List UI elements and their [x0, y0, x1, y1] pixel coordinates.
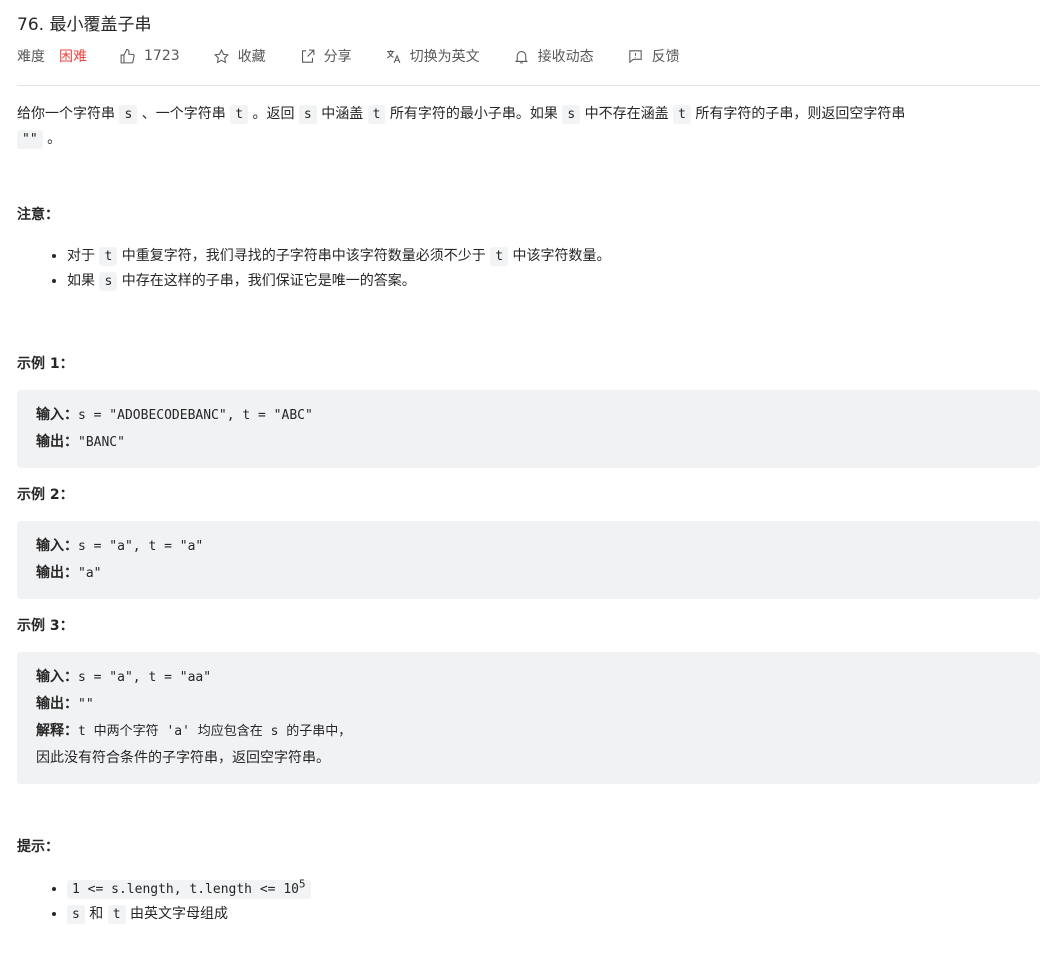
example-2-heading: 示例 2： — [17, 487, 74, 503]
hints-list: 1 <= s.length, t.length <= 105 s 和 t 由英文… — [17, 873, 1040, 927]
code-s: s — [298, 105, 317, 124]
code-s: s — [67, 905, 85, 925]
bell-icon — [514, 50, 528, 63]
output-label: 输出： — [36, 434, 78, 450]
difficulty-label: 难度 — [17, 49, 45, 65]
text: 所有字符的子串，则返回空字符串 — [690, 106, 906, 122]
explanation-label: 解释： — [36, 723, 78, 739]
example-output: "a" — [78, 566, 102, 581]
input-label: 输入： — [36, 407, 78, 423]
share-icon — [301, 49, 315, 63]
example-3-block: 输入：s = "a", t = "aa" 输出："" 解释：t 中两个字符 'a… — [17, 652, 1040, 784]
code-t: t — [230, 105, 249, 124]
list-item: 如果 s 中存在这样的子串，我们保证它是唯一的答案。 — [67, 269, 1040, 294]
example-1-block: 输入：s = "ADOBECODEBANC", t = "ABC" 输出："BA… — [17, 390, 1040, 468]
example-1-heading: 示例 1： — [17, 356, 74, 372]
constraint-code: 1 <= s.length, t.length <= 105 — [67, 878, 311, 900]
like-count: 1723 — [144, 48, 180, 64]
text: 。 — [42, 131, 62, 147]
text: 给你一个字符串 — [17, 106, 120, 122]
note-heading: 注意： — [17, 207, 59, 223]
problem-description: 给你一个字符串 s 、一个字符串 t 。返回 s 中涵盖 t 所有字符的最小子串… — [17, 102, 1040, 927]
text: 中涵盖 — [316, 106, 368, 122]
header-divider — [17, 85, 1040, 86]
example-2-block: 输入：s = "a", t = "a" 输出："a" — [17, 521, 1040, 599]
example-input: s = "ADOBECODEBANC", t = "ABC" — [78, 408, 313, 423]
text: 如果 — [67, 273, 100, 289]
like-button[interactable]: 1723 — [119, 48, 180, 65]
explanation-text: 因此没有符合条件的子字符串，返回空字符串。 — [36, 750, 330, 766]
feedback-icon — [628, 49, 642, 63]
example-input: s = "a", t = "a" — [78, 539, 204, 554]
description-paragraph: 给你一个字符串 s 、一个字符串 t 。返回 s 中涵盖 t 所有字符的最小子串… — [17, 102, 1040, 152]
problem-title: 76. 最小覆盖子串 — [17, 15, 152, 35]
code-t: t — [107, 905, 126, 925]
code-t: t — [490, 247, 509, 266]
text: 。返回 — [248, 106, 299, 122]
constraint-text: 1 <= s.length, t.length <= 10 — [72, 882, 299, 898]
code-t: t — [99, 247, 118, 266]
text: 中存在这样的子串，我们保证它是唯一的答案。 — [117, 273, 416, 289]
subscribe-label: 接收动态 — [537, 49, 594, 65]
code-s: s — [562, 105, 581, 124]
input-label: 输入： — [36, 538, 78, 554]
code-t: t — [367, 105, 386, 124]
difficulty-badge: 困难 — [59, 49, 87, 65]
example-3-heading: 示例 3： — [17, 618, 74, 634]
text: 所有字符的最小子串。如果 — [385, 106, 563, 122]
feedback-label: 反馈 — [651, 49, 680, 65]
constraint-exponent: 5 — [298, 878, 306, 891]
list-item: s 和 t 由英文字母组成 — [67, 902, 1040, 927]
list-item: 对于 t 中重复字符，我们寻找的子字符串中该字符数量必须不少于 t 中该字符数量… — [67, 244, 1040, 269]
text: 中该字符数量。 — [508, 248, 611, 264]
subscribe-button[interactable]: 接收动态 — [513, 46, 594, 66]
hints-heading: 提示： — [17, 839, 59, 855]
code-s: s — [99, 272, 118, 291]
share-button[interactable]: 分享 — [299, 46, 352, 66]
switch-language-label: 切换为英文 — [409, 49, 480, 65]
output-label: 输出： — [36, 696, 78, 712]
problem-meta-bar: 难度 困难 1723 收藏 分享 切换为英文 接收动态 反馈 — [17, 44, 713, 68]
example-output: "" — [78, 697, 94, 712]
explanation-text: t 中两个字符 'a' 均应包含在 s 的子串中， — [78, 724, 352, 739]
text: 中重复字符，我们寻找的子字符串中该字符数量必须不少于 — [117, 248, 491, 264]
thumbs-up-icon — [120, 48, 135, 63]
example-input: s = "a", t = "aa" — [78, 670, 212, 685]
favorite-button[interactable]: 收藏 — [213, 46, 266, 66]
text: 由英文字母组成 — [125, 906, 229, 923]
code-t: t — [673, 105, 691, 124]
feedback-button[interactable]: 反馈 — [627, 46, 680, 66]
list-item: 1 <= s.length, t.length <= 105 — [67, 873, 1040, 902]
text: 对于 — [67, 248, 100, 264]
example-output: "BANC" — [78, 435, 125, 450]
code-empty-string: "" — [17, 130, 43, 149]
note-list: 对于 t 中重复字符，我们寻找的子字符串中该字符数量必须不少于 t 中该字符数量… — [17, 244, 1040, 294]
code-s: s — [119, 105, 138, 124]
text: 和 — [84, 906, 108, 923]
input-label: 输入： — [36, 669, 78, 685]
favorite-label: 收藏 — [237, 49, 266, 65]
output-label: 输出： — [36, 565, 78, 581]
text: 中不存在涵盖 — [580, 106, 674, 122]
text: 、一个字符串 — [137, 106, 231, 122]
switch-language-button[interactable]: 切换为英文 — [385, 46, 480, 66]
translate-icon — [386, 49, 401, 63]
share-label: 分享 — [323, 49, 352, 65]
star-icon — [213, 48, 229, 63]
